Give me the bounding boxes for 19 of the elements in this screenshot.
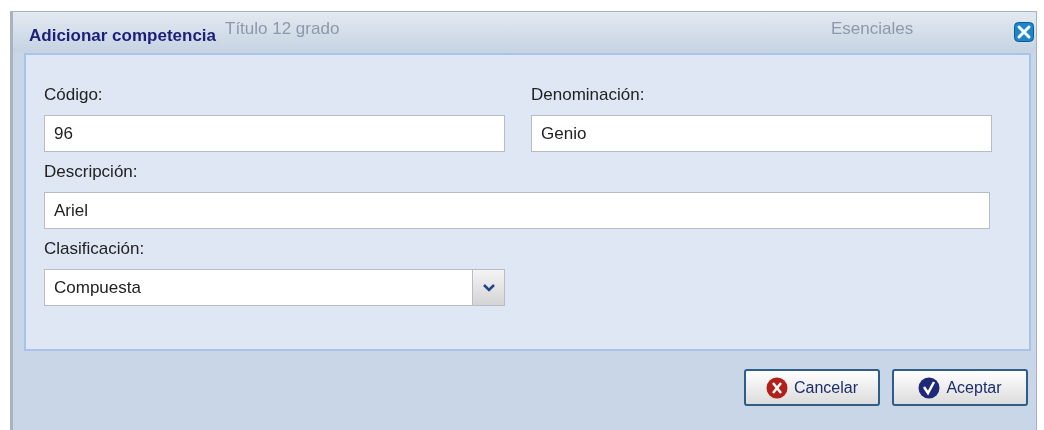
background-text: Título 12 grado (225, 18, 340, 40)
dialog-title: Adicionar competencia (29, 25, 217, 48)
x-circle-icon (766, 376, 788, 399)
field-label: Descripción: (44, 161, 139, 183)
text-field[interactable]: Ariel (44, 192, 990, 229)
background-text: Esenciales (831, 18, 914, 40)
dialog-button[interactable]: Cancelar (744, 369, 880, 406)
select-field[interactable]: Compuesta (44, 269, 505, 306)
field-label: Denominación: (531, 84, 646, 106)
dialog-button[interactable]: Aceptar (892, 369, 1028, 406)
dropdown-button[interactable] (472, 270, 504, 305)
text-field[interactable]: Genio (531, 115, 992, 152)
field-label: Clasificación: (44, 238, 146, 260)
check-circle-icon (918, 376, 941, 399)
text-field[interactable]: 96 (44, 115, 505, 152)
close-icon[interactable] (1014, 22, 1034, 42)
select-value: Compuesta (53, 277, 142, 299)
chevron-down-icon (482, 283, 495, 292)
field-label: Código: (44, 84, 104, 106)
